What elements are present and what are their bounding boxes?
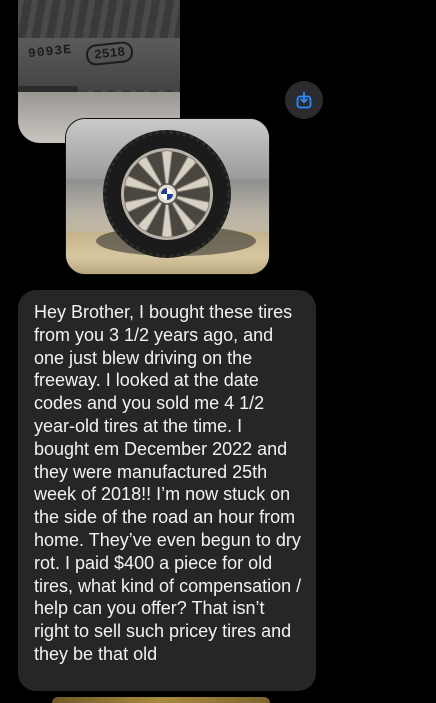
message-bubble[interactable]: Hey Brother, I bought these tires from y… (18, 290, 316, 691)
wheel-photo[interactable] (65, 118, 270, 275)
wheel-illustration (103, 130, 231, 258)
share-button[interactable] (285, 81, 323, 119)
next-attachment-preview[interactable] (52, 697, 270, 703)
message-text: Hey Brother, I bought these tires from y… (34, 302, 302, 664)
share-icon (296, 91, 312, 109)
